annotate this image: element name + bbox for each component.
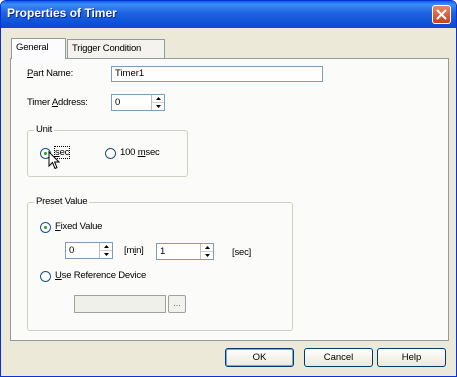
preset-sec-spin-up[interactable] [201,244,213,252]
preset-min-spin-down[interactable] [100,251,112,258]
window-title: Properties of Timer [7,6,117,20]
use-reference-device-radio[interactable] [40,271,51,282]
preset-min-unit-prefix: [m [124,245,135,256]
preset-sec-value: 1 [160,246,166,257]
part-name-input[interactable]: Timer1 [111,66,323,82]
unit-100msec-rest: sec [145,147,160,158]
tab-trigger-condition[interactable]: Trigger Condition [67,39,165,58]
part-name-value: Timer1 [115,68,145,79]
preset-min-unit-rest: n] [136,245,144,256]
preset-min-spin-up[interactable] [100,243,112,251]
tab-general[interactable]: General [11,38,66,59]
close-icon [436,9,447,20]
timer-address-label: Timer Address: [27,97,88,108]
part-name-label: Part Name: [27,68,73,79]
spin-up-icon [204,246,210,249]
tab-general-label: General [16,42,49,53]
fixed-value-label[interactable]: Fixed Value [55,221,102,232]
properties-dialog: Properties of Timer General Trigger Cond… [0,0,457,377]
timer-address-stepper[interactable]: 0 [111,94,165,111]
spin-down-icon [204,254,210,257]
unit-100msec-label[interactable]: 100 msec [120,147,160,158]
spin-up-icon [103,245,109,248]
preset-sec-unit-label: [sec] [232,247,252,258]
unit-sec-rest: ec [59,147,70,158]
cancel-button-label: Cancel [323,352,354,363]
timer-address-label-prefix: Timer [27,97,52,108]
preset-min-spin-buttons [99,243,112,258]
timer-address-spin-down[interactable] [152,103,164,110]
timer-address-label-rest: ddress: [57,97,88,108]
preset-sec-spin-down[interactable] [201,252,213,259]
timer-address-spin-buttons [151,95,164,110]
use-reference-device-label[interactable]: Use Reference Device [55,270,146,281]
part-name-label-rest: art Name: [33,68,74,79]
ok-button-label: OK [252,352,267,363]
cancel-button[interactable]: Cancel [304,348,373,367]
reference-device-field [74,295,166,313]
help-button-label: Help [401,352,422,363]
ok-button[interactable]: OK [225,348,294,367]
unit-100msec-prefix: 100 [120,147,138,158]
preset-sec-spin-buttons [200,244,213,259]
preset-min-unit-label: [min] [124,245,144,256]
preset-min-value: 0 [69,245,75,256]
preset-sec-stepper[interactable]: 1 [156,243,214,260]
mouse-cursor-icon [48,151,60,170]
timer-address-value: 0 [115,97,121,108]
browse-reference-button: ... [168,295,186,313]
help-button[interactable]: Help [377,348,446,367]
tab-trigger-condition-label: Trigger Condition [72,43,142,54]
spin-down-icon [103,253,109,256]
spin-up-icon [155,97,161,100]
preset-min-stepper[interactable]: 0 [65,242,113,259]
unit-group-title: Unit [34,124,55,135]
title-bar[interactable]: Properties of Timer [1,1,456,28]
preset-value-group: Preset Value Fixed Value 0 [min] 1 [sec]… [27,196,293,331]
use-reference-accel: U [55,270,62,281]
preset-value-group-title: Preset Value [34,196,90,207]
general-tab-panel: Part Name: Timer1 Timer Address: 0 Unit … [10,58,449,341]
tab-strip: General Trigger Condition [9,38,449,59]
spin-down-icon [155,105,161,108]
fixed-value-radio[interactable] [40,222,51,233]
fixed-value-rest: ixed Value [60,221,103,232]
close-button[interactable] [432,5,451,24]
use-reference-rest: se Reference Device [61,270,147,281]
browse-reference-label: ... [173,298,181,308]
timer-address-spin-up[interactable] [152,95,164,103]
unit-100msec-radio[interactable] [105,148,116,159]
